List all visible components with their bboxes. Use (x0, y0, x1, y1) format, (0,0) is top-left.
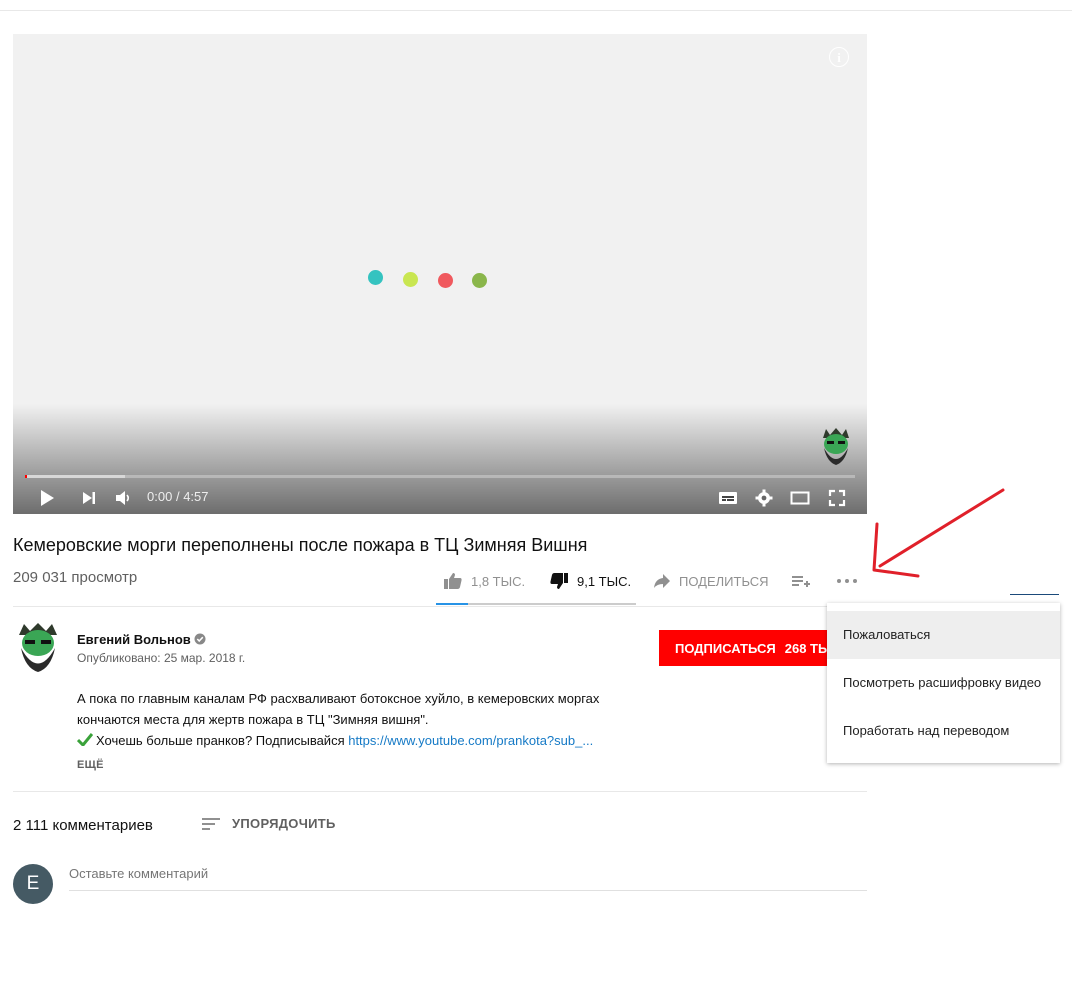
thumbs-up-icon (444, 573, 462, 589)
loading-dot (472, 273, 487, 288)
time-current: 0:00 (147, 489, 173, 504)
share-button[interactable]: ПОДЕЛИТЬСЯ (653, 567, 768, 595)
description-line: кончаются места для жертв пожара в ТЦ "З… (77, 712, 429, 727)
dislike-button[interactable]: 9,1 ТЫС. (549, 567, 631, 595)
settings-icon (755, 489, 773, 507)
info-icon[interactable]: i (829, 47, 849, 67)
channel-name[interactable]: Евгений Вольнов (77, 632, 191, 647)
subtitles-button[interactable] (716, 486, 740, 510)
sort-label: УПОРЯДОЧИТЬ (232, 816, 336, 831)
sentiment-bar (436, 603, 636, 605)
description-line: Хочешь больше пранков? Подписывайся http… (76, 730, 677, 751)
share-label: ПОДЕЛИТЬСЯ (679, 573, 769, 589)
description-line: А пока по главным каналам РФ расхваливаю… (77, 691, 600, 706)
channel-avatar[interactable] (15, 621, 61, 673)
play-icon (41, 490, 54, 506)
progress-bar[interactable] (25, 475, 855, 478)
masthead-border (0, 0, 1072, 11)
time-total: 4:57 (183, 489, 209, 504)
comment-count: 2 111 комментариев (13, 817, 153, 834)
mute-button[interactable] (111, 486, 135, 510)
comment-input[interactable]: Оставьте комментарий (69, 866, 867, 891)
sort-icon (202, 817, 220, 830)
publish-date: Опубликовано: 25 мар. 2018 г. (77, 651, 246, 665)
more-actions-menu: Пожаловаться Посмотреть расшифровку виде… (827, 603, 1060, 763)
dislike-count: 9,1 ТЫС. (577, 573, 632, 589)
time-separator: / (175, 489, 180, 504)
view-count: 209 031 просмотр (13, 569, 138, 586)
video-description: А пока по главным каналам РФ расхваливаю… (76, 688, 677, 751)
subtitles-icon (719, 492, 737, 504)
time-display: 0:00 / 4:57 (147, 489, 209, 504)
add-to-playlist-button[interactable] (791, 567, 819, 595)
menu-item-translate[interactable]: Поработать над переводом (827, 707, 1060, 755)
fullscreen-icon (828, 489, 846, 507)
description-link[interactable]: https://www.youtube.com/prankota?sub_... (348, 733, 593, 748)
volume-icon (116, 491, 130, 505)
settings-button[interactable] (752, 486, 776, 510)
verified-check-icon (194, 633, 206, 645)
description-text: Хочешь больше пранков? Подписывайся (96, 733, 349, 748)
thumbs-down-icon (550, 573, 568, 589)
next-icon (83, 492, 95, 504)
menu-item-report[interactable]: Пожаловаться (827, 611, 1060, 659)
loading-dot (438, 273, 453, 288)
divider (1010, 594, 1059, 595)
share-icon (654, 574, 670, 588)
like-count: 1,8 ТЫС. (471, 573, 526, 589)
user-avatar: E (13, 864, 53, 904)
sentiment-like-fill (436, 603, 468, 605)
video-player[interactable]: i 0:00 / 4:57 (13, 34, 867, 514)
annotation-arrow-icon (872, 488, 1005, 578)
loading-dot (368, 270, 383, 285)
fullscreen-button[interactable] (825, 486, 849, 510)
progress-played (25, 475, 27, 478)
like-button[interactable]: 1,8 ТЫС. (443, 567, 525, 595)
video-title: Кемеровские морги переполнены после пожа… (13, 535, 588, 555)
show-more-button[interactable]: ЕЩЁ (77, 759, 104, 771)
menu-item-transcript[interactable]: Посмотреть расшифровку видео (827, 659, 1060, 707)
sort-comments-button[interactable]: УПОРЯДОЧИТЬ (202, 816, 336, 831)
next-button[interactable] (77, 486, 101, 510)
add-to-playlist-icon (792, 576, 810, 587)
divider (13, 791, 867, 792)
check-mark-icon (76, 733, 94, 748)
divider (13, 606, 867, 607)
subscribe-label: ПОДПИСАТЬСЯ (675, 640, 776, 656)
progress-loaded (25, 475, 125, 478)
theater-mode-icon (790, 491, 810, 505)
channel-watermark-icon[interactable] (819, 426, 853, 466)
more-horizontal-icon (837, 579, 857, 583)
play-button[interactable] (35, 486, 59, 510)
theater-mode-button[interactable] (788, 486, 812, 510)
loading-dot (403, 272, 418, 287)
